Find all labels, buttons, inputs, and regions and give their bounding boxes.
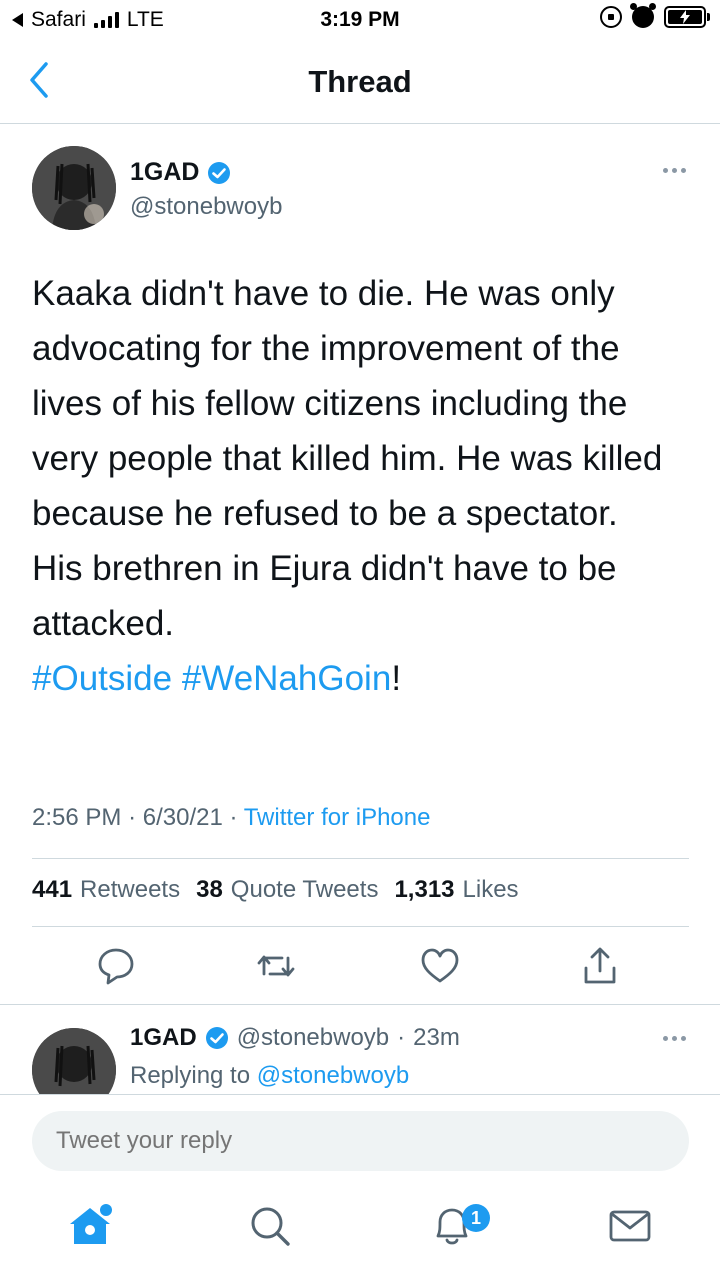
tweet-meta: 2:56 PM · 6/30/21 · Twitter for iPhone: [32, 804, 430, 832]
reply-author-name: 1GAD: [130, 1024, 197, 1051]
likes-label: Likes: [462, 876, 519, 903]
verified-badge-icon: [208, 161, 231, 184]
status-bar: Safari LTE 3:19 PM: [0, 0, 720, 40]
quote-tweets-stat[interactable]: 38 Quote Tweets: [196, 876, 378, 904]
retweets-label: Retweets: [80, 876, 181, 903]
reply-separator: ·: [397, 1024, 406, 1051]
tab-bar: [0, 1186, 720, 1280]
more-options-icon[interactable]: [663, 1036, 686, 1041]
divider: [32, 926, 689, 927]
tweet-author[interactable]: 1GAD @stonebwoyb: [130, 158, 282, 221]
tweet-actions: [0, 944, 720, 1004]
tweet-stats: 441 Retweets 38 Quote Tweets 1,313 Likes: [32, 876, 519, 904]
author-handle: @stonebwoyb: [130, 193, 283, 220]
reply-author-handle: @stonebwoyb: [236, 1024, 390, 1051]
replying-to-label: Replying to: [130, 1062, 251, 1089]
replying-to: Replying to @stonebwoyb: [130, 1062, 409, 1090]
retweets-count: 441: [32, 876, 73, 903]
compose-bar: [0, 1094, 720, 1186]
tweet-time: 2:56 PM: [32, 804, 122, 831]
reply-input[interactable]: [32, 1111, 689, 1171]
more-options-icon[interactable]: [663, 168, 686, 173]
hashtag-link[interactable]: #WeNahGoin: [182, 659, 391, 698]
author-name: 1GAD: [130, 158, 200, 186]
tab-messages-icon[interactable]: [606, 1202, 654, 1250]
status-right: [600, 3, 710, 28]
likes-stat[interactable]: 1,313 Likes: [394, 876, 518, 904]
reply-age: 23m: [413, 1024, 460, 1051]
verified-badge-icon: [205, 1027, 228, 1049]
like-heart-icon[interactable]: [418, 944, 462, 988]
likes-count: 1,313: [394, 876, 455, 903]
rotation-lock-icon: [600, 6, 622, 28]
tweet-text-line: Kaaka didn't have to die. He was only ad…: [32, 274, 663, 533]
divider: [32, 858, 689, 859]
quotes-count: 38: [196, 876, 223, 903]
avatar[interactable]: [32, 1028, 116, 1094]
reply-header: 1GAD @stonebwoyb · 23m: [130, 1024, 460, 1052]
home-unread-dot: [100, 1204, 112, 1216]
tweet-text: Kaaka didn't have to die. He was only ad…: [32, 266, 692, 706]
meta-separator: ·: [128, 804, 137, 831]
notifications-badge: 1: [462, 1204, 490, 1232]
replying-to-mention[interactable]: @stonebwoyb: [257, 1062, 409, 1089]
page-title: Thread: [308, 64, 412, 99]
nav-header: Thread: [0, 40, 720, 124]
retweet-icon[interactable]: [254, 944, 298, 988]
hashtag-link[interactable]: #Outside: [32, 659, 172, 698]
tweet-hashtags: #Outside #WeNahGoin!: [32, 651, 692, 706]
avatar[interactable]: [32, 146, 116, 230]
share-icon[interactable]: [578, 944, 622, 988]
reply-icon[interactable]: [94, 944, 138, 988]
quotes-label: Quote Tweets: [230, 876, 379, 903]
meta-separator: ·: [229, 804, 238, 831]
retweets-stat[interactable]: 441 Retweets: [32, 876, 180, 904]
hashtag-suffix: !: [391, 659, 402, 698]
alarm-icon: [630, 3, 656, 28]
tweet-text-line: His brethren in Ejura didn't have to be …: [32, 549, 617, 643]
author-name-row: 1GAD: [130, 158, 282, 187]
reply-tweet[interactable]: 1GAD @stonebwoyb · 23m Replying to @ston…: [0, 1002, 720, 1094]
tweet-date: 6/30/21: [142, 804, 223, 831]
battery-icon: [664, 6, 710, 28]
tab-search-icon[interactable]: [246, 1202, 294, 1250]
tweet-source-link[interactable]: Twitter for iPhone: [244, 804, 431, 831]
